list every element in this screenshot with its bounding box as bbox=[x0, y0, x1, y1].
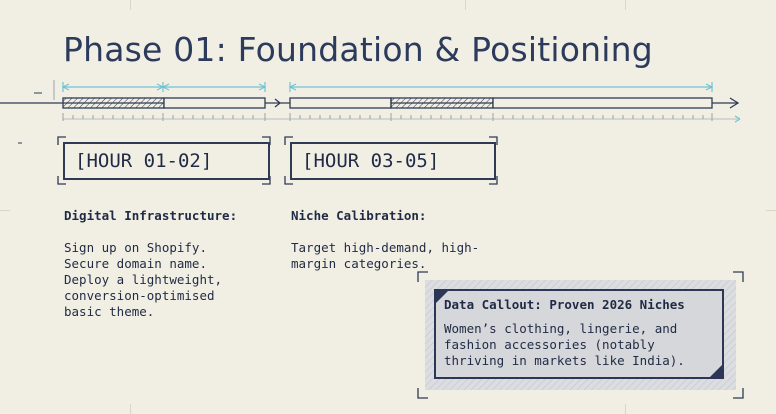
phase-body: Target high-demand, high- margin categor… bbox=[291, 240, 480, 271]
phase-heading: Niche Calibration: bbox=[291, 208, 427, 223]
hour-label: [HOUR 03-05] bbox=[302, 150, 440, 172]
phase-body: Sign up on Shopify. Secure domain name. … bbox=[64, 240, 223, 319]
hour-box-2: [HOUR 03-05] bbox=[290, 142, 496, 180]
phase-description-1: Digital Infrastructure: Sign up on Shopi… bbox=[64, 192, 274, 320]
callout-panel: Data Callout: Proven 2026 Niches Women’s… bbox=[434, 289, 724, 379]
callout-body: Women’s clothing, lingerie, and fashion … bbox=[444, 321, 685, 368]
callout-heading: Data Callout: Proven 2026 Niches bbox=[444, 297, 685, 312]
hour-label: [HOUR 01-02] bbox=[75, 150, 213, 172]
phase-heading: Digital Infrastructure: bbox=[64, 208, 238, 223]
hour-box-1: [HOUR 01-02] bbox=[63, 142, 270, 180]
phase-description-2: Niche Calibration: Target high-demand, h… bbox=[291, 192, 511, 272]
data-callout: Data Callout: Proven 2026 Niches Women’s… bbox=[425, 280, 736, 390]
